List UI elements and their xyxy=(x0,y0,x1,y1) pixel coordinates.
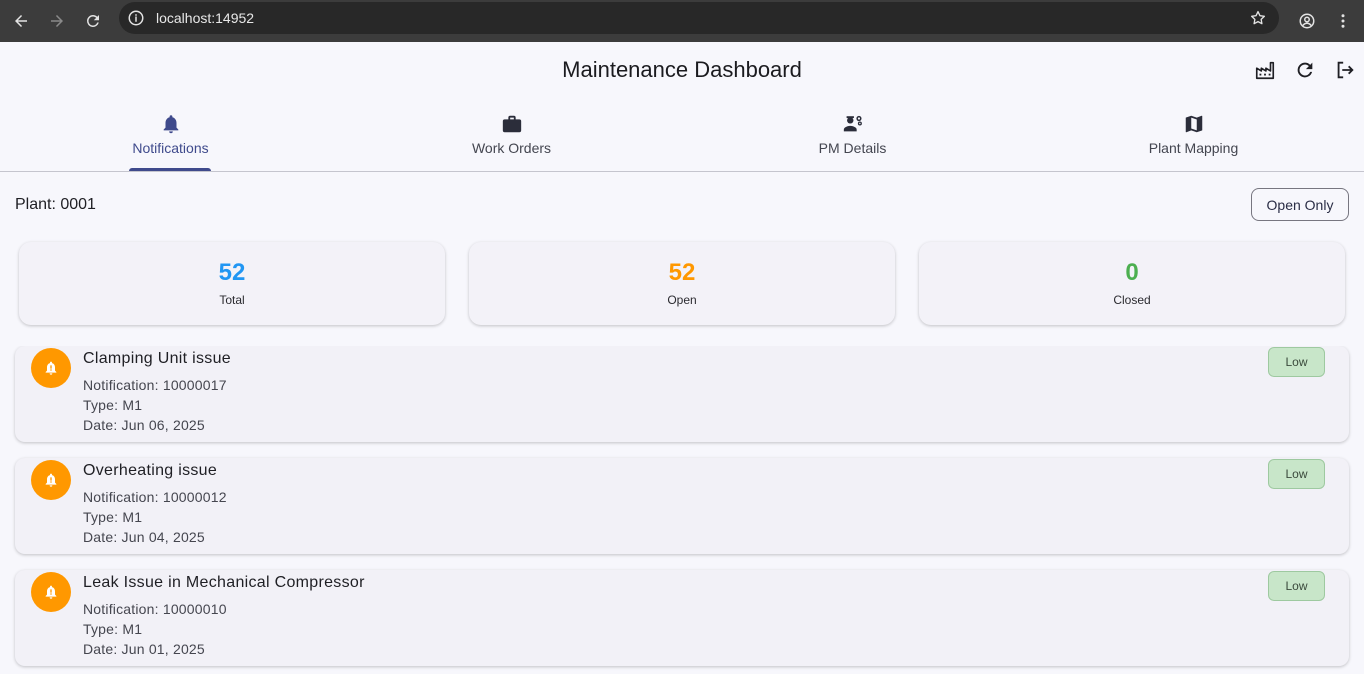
tab-pm-details[interactable]: PM Details xyxy=(682,104,1023,171)
stat-label: Total xyxy=(219,293,245,307)
notification-card[interactable]: Overheating issue Notification: 10000012… xyxy=(15,458,1349,554)
account-circle-icon xyxy=(1299,13,1315,29)
priority-badge: Low xyxy=(1268,459,1325,489)
browser-menu-button[interactable] xyxy=(1330,8,1356,34)
tab-work-orders[interactable]: Work Orders xyxy=(341,104,682,171)
factory-icon xyxy=(1255,61,1275,80)
briefcase-icon xyxy=(500,112,524,136)
notification-important-icon xyxy=(45,585,57,599)
tab-label: Work Orders xyxy=(471,140,552,156)
stat-value: 52 xyxy=(218,259,246,286)
logout-button[interactable] xyxy=(1333,58,1357,82)
notification-type: Type: M1 xyxy=(83,621,143,637)
notification-important-icon xyxy=(45,361,57,375)
star-icon[interactable] xyxy=(1249,9,1267,27)
priority-badge: Low xyxy=(1268,347,1325,377)
browser-toolbar: localhost:14952 xyxy=(0,0,1364,42)
tab-label: Notifications xyxy=(132,140,209,156)
map-icon xyxy=(1182,112,1206,136)
engineering-icon xyxy=(841,112,865,136)
stat-card-closed: 0 Closed xyxy=(919,242,1345,325)
plant-select-button[interactable] xyxy=(1253,58,1277,82)
refresh-button[interactable] xyxy=(1293,58,1317,82)
stat-card-total: 52 Total xyxy=(19,242,445,325)
notification-title: Overheating issue xyxy=(83,462,218,479)
tab-notifications[interactable]: Notifications xyxy=(0,104,341,171)
info-icon[interactable] xyxy=(127,9,145,27)
notification-date: Date: Jun 04, 2025 xyxy=(83,529,205,545)
notification-card[interactable]: Leak Issue in Mechanical Compressor Noti… xyxy=(15,570,1349,666)
refresh-icon xyxy=(1297,62,1313,78)
open-only-button[interactable]: Open Only xyxy=(1251,188,1349,221)
profile-button[interactable] xyxy=(1294,8,1320,34)
tab-label: Plant Mapping xyxy=(1148,140,1239,156)
tab-label: PM Details xyxy=(818,140,887,156)
notification-number: Notification: 10000010 xyxy=(83,601,227,617)
page-title: Maintenance Dashboard xyxy=(562,57,802,82)
stat-label: Open xyxy=(667,293,697,307)
notification-list[interactable]: Clamping Unit issue Notification: 100000… xyxy=(0,346,1364,674)
arrow-right-icon xyxy=(51,15,63,27)
more-vert-icon xyxy=(1341,14,1345,28)
notification-title: Leak Issue in Mechanical Compressor xyxy=(83,574,365,591)
notification-important-icon xyxy=(45,473,57,487)
notification-avatar xyxy=(31,348,71,388)
notification-card[interactable]: Clamping Unit issue Notification: 100000… xyxy=(15,346,1349,442)
plant-label: Plant: 0001 xyxy=(15,196,96,213)
tab-bar: Notifications Work Orders PM Details Pla… xyxy=(0,104,1364,172)
stat-value: 52 xyxy=(668,259,696,286)
notification-type: Type: M1 xyxy=(83,397,143,413)
stat-value: 0 xyxy=(1125,259,1139,286)
notification-number: Notification: 10000012 xyxy=(83,489,227,505)
stat-label: Closed xyxy=(1113,293,1151,307)
stat-card-open: 52 Open xyxy=(469,242,895,325)
tab-plant-mapping[interactable]: Plant Mapping xyxy=(1023,104,1364,171)
logout-icon xyxy=(1337,61,1354,79)
url-text[interactable]: localhost:14952 xyxy=(156,10,254,26)
notification-avatar xyxy=(31,460,71,500)
forward-button[interactable] xyxy=(44,8,70,34)
address-bar[interactable]: localhost:14952 xyxy=(119,2,1279,34)
notification-number: Notification: 10000017 xyxy=(83,377,227,393)
bell-icon xyxy=(159,112,183,136)
notification-date: Date: Jun 01, 2025 xyxy=(83,641,205,657)
active-tab-indicator xyxy=(129,168,211,171)
reload-button[interactable] xyxy=(80,8,106,34)
reload-icon xyxy=(86,14,99,27)
notification-date: Date: Jun 06, 2025 xyxy=(83,417,205,433)
priority-badge: Low xyxy=(1268,571,1325,601)
notification-type: Type: M1 xyxy=(83,509,143,525)
notification-avatar xyxy=(31,572,71,612)
notification-title: Clamping Unit issue xyxy=(83,350,231,367)
back-button[interactable] xyxy=(8,8,34,34)
arrow-left-icon xyxy=(15,15,27,27)
